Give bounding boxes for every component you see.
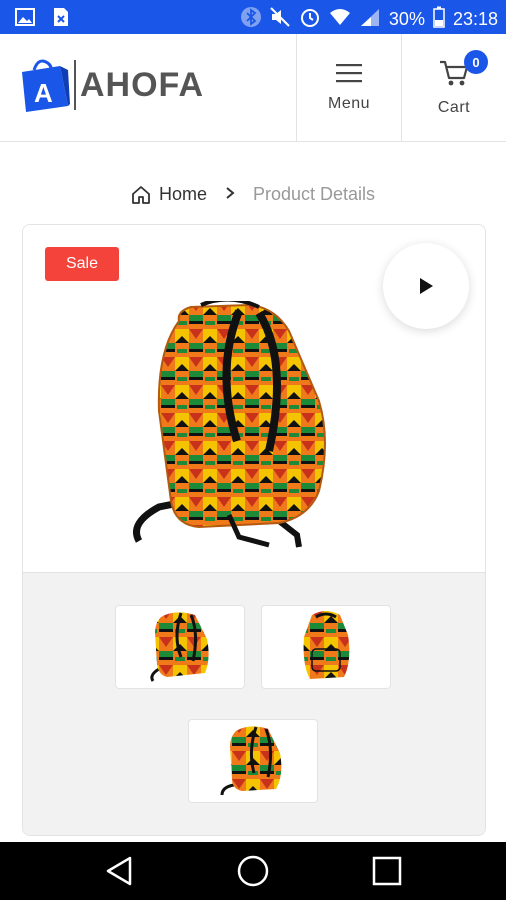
breadcrumb-home-label: Home	[158, 184, 207, 204]
battery-icon	[433, 6, 445, 33]
thumbnail-2[interactable]	[261, 605, 391, 689]
breadcrumb-current: Product Details	[252, 184, 376, 204]
sale-badge: Sale	[45, 247, 119, 281]
play-video-button[interactable]	[383, 243, 469, 329]
alarm-icon	[299, 6, 321, 33]
shopping-bag-logo-icon: A	[22, 59, 70, 112]
mute-icon	[269, 6, 291, 33]
signal-icon	[359, 7, 381, 32]
wifi-icon	[329, 7, 351, 32]
document-icon	[50, 7, 72, 27]
chevron-right-icon	[225, 184, 235, 205]
thumbnail-1[interactable]	[115, 605, 245, 689]
back-nav-icon[interactable]	[102, 854, 136, 888]
cart-label: Cart	[437, 98, 471, 116]
home-icon	[132, 185, 150, 204]
cart-count-badge: 0	[464, 50, 488, 74]
logo-divider	[74, 60, 76, 110]
cart-button[interactable]: Cart 0	[401, 34, 506, 141]
backpack-thumbnail-image	[150, 612, 209, 682]
menu-button[interactable]: Menu	[296, 34, 401, 141]
system-navigation-bar	[0, 842, 506, 900]
menu-label: Menu	[327, 94, 371, 112]
backpack-thumbnail-image	[220, 726, 282, 796]
thumbnail-strip	[23, 573, 485, 835]
thumbnail-3[interactable]	[188, 719, 318, 803]
svg-text:A: A	[34, 78, 53, 108]
breadcrumb: Home Product Details	[0, 184, 506, 205]
bluetooth-icon	[240, 6, 261, 33]
logo-text: AHOFA	[80, 65, 204, 104]
image-icon	[14, 7, 36, 27]
product-gallery-card: Sale	[22, 224, 486, 836]
status-bar: 30% 23:18	[0, 0, 506, 34]
hamburger-menu-icon	[336, 63, 362, 82]
recents-nav-icon[interactable]	[370, 854, 404, 888]
breadcrumb-home[interactable]: Home	[131, 184, 207, 205]
battery-level: 30%	[388, 9, 425, 29]
clock: 23:18	[452, 9, 498, 29]
home-nav-icon[interactable]	[236, 854, 270, 888]
backpack-image	[133, 301, 326, 548]
product-main-image[interactable]: Sale	[23, 225, 485, 573]
play-icon	[420, 278, 433, 294]
backpack-thumbnail-image	[303, 611, 350, 679]
logo[interactable]: A AHOFA	[20, 56, 204, 114]
app-header: A AHOFA Menu Cart 0	[0, 34, 506, 142]
